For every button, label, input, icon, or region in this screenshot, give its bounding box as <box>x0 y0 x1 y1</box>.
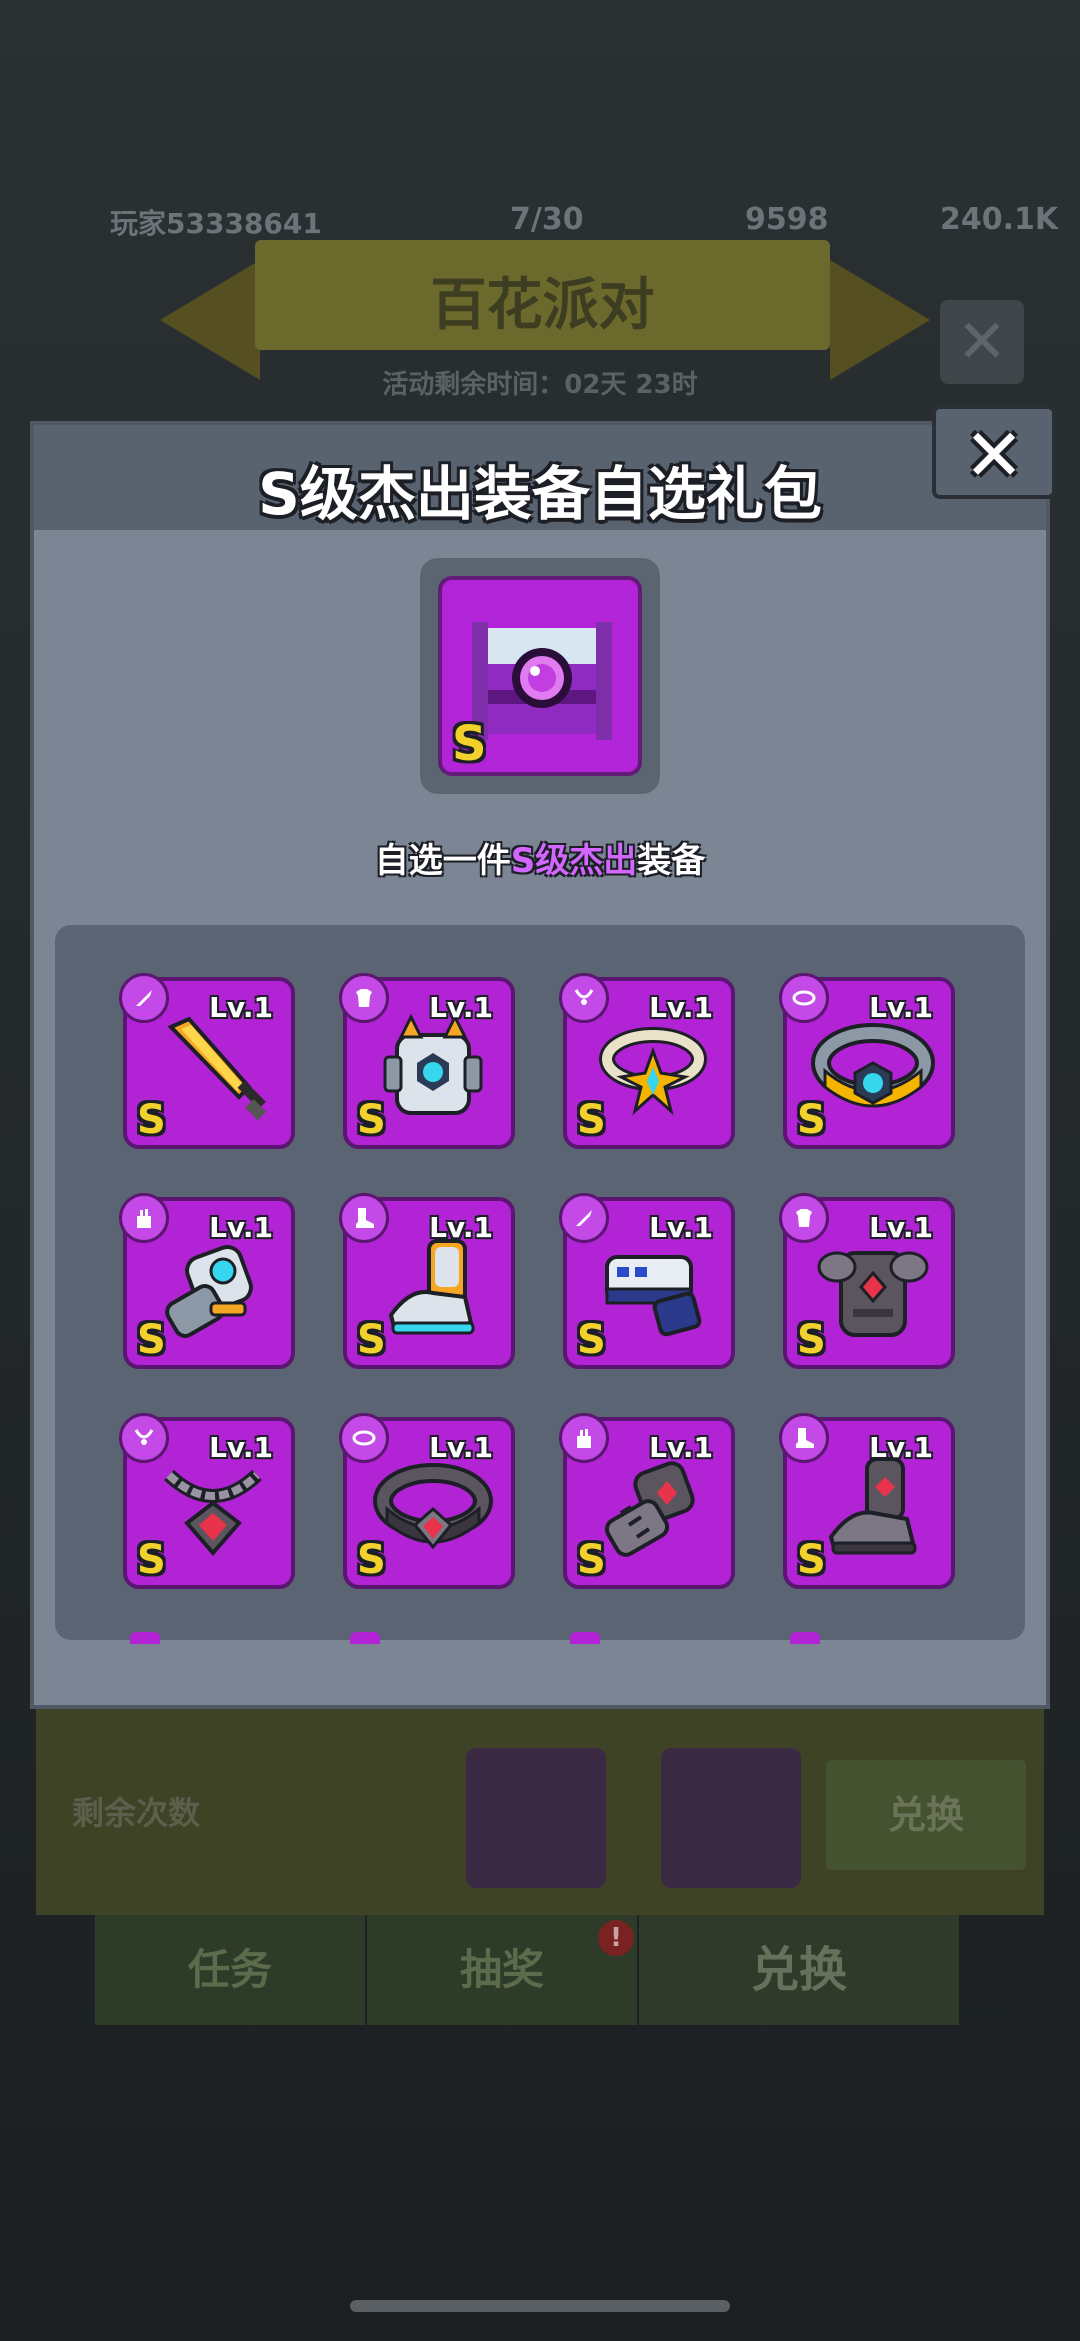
bottom-tabs: 任务 抽奖 兑换 <box>95 1915 965 2035</box>
item-card-boot[interactable]: Lv.1 S <box>339 1193 515 1369</box>
dark-boot-icon <box>828 1457 917 1555</box>
next-row-card-edge <box>350 1632 380 1644</box>
item-grade: S <box>137 1317 166 1363</box>
stamina-value: 7/30 <box>510 202 584 237</box>
item-level: Lv.1 <box>649 991 713 1024</box>
background-close-button[interactable]: ✕ <box>940 300 1024 384</box>
item-grade: S <box>357 1317 386 1363</box>
modal-header: S级杰出装备自选礼包 <box>34 425 1046 530</box>
description-prefix: 自选一件 <box>374 841 511 881</box>
item-level: Lv.1 <box>869 991 933 1024</box>
tab-lottery[interactable]: 抽奖 <box>367 1915 637 2025</box>
exchange-area: 剩余次数 兑换 <box>36 1700 1044 1915</box>
item-card-dark-armor[interactable]: Lv.1 S <box>779 1193 955 1369</box>
item-level: Lv.1 <box>209 1211 273 1244</box>
gift-chest: S <box>438 576 642 776</box>
next-row-card-edge <box>130 1632 160 1644</box>
description-suffix: 装备 <box>637 841 706 881</box>
item-card-dark-belt[interactable]: Lv.1 S <box>339 1413 515 1589</box>
item-card-gauntlet[interactable]: Lv.1 S <box>119 1193 295 1369</box>
next-row-card-edge <box>570 1632 600 1644</box>
gem-value: 9598 <box>745 202 829 237</box>
prev-event-arrow-icon[interactable] <box>160 260 260 380</box>
next-row-card-edge <box>790 1632 820 1644</box>
item-card-belt[interactable]: Lv.1 S <box>779 973 955 1149</box>
item-grade: S <box>137 1097 166 1143</box>
description-highlight: S级杰出 <box>510 841 638 881</box>
tab-exchange[interactable]: 兑换 <box>639 1915 959 2025</box>
coin-value: 240.1K <box>940 202 1059 237</box>
item-level: Lv.1 <box>429 991 493 1024</box>
close-icon: ✕ <box>963 413 1025 497</box>
event-banner: 百花派对 <box>255 240 830 350</box>
armor-item-icon <box>383 1013 483 1115</box>
item-grade: S <box>577 1097 606 1143</box>
dark-belt-icon <box>373 1463 493 1550</box>
item-level: Lv.1 <box>429 1431 493 1464</box>
item-level: Lv.1 <box>429 1211 493 1244</box>
item-grade: S <box>357 1097 386 1143</box>
close-button[interactable]: ✕ <box>932 405 1056 499</box>
item-level: Lv.1 <box>869 1431 933 1464</box>
reward-slot <box>661 1748 801 1888</box>
boot-item-icon <box>388 1239 475 1335</box>
item-card-dark-boot[interactable]: Lv.1 S <box>779 1413 955 1589</box>
chest-grade: S <box>452 716 487 772</box>
notification-badge: ! <box>598 1920 634 1956</box>
item-grade: S <box>577 1317 606 1363</box>
item-grade: S <box>797 1537 826 1583</box>
dark-necklace-icon <box>164 1469 262 1557</box>
gauntlet-icon <box>165 1245 253 1338</box>
sword-icon <box>167 1016 267 1121</box>
next-event-arrow-icon[interactable] <box>830 260 930 380</box>
dark-gauntlet-icon <box>604 1461 695 1557</box>
item-card-dark-necklace[interactable]: Lv.1 S <box>119 1413 295 1589</box>
item-card-sword[interactable]: Lv.1 S <box>119 973 295 1149</box>
blaster-icon <box>605 1255 702 1337</box>
equipment-grid: Lv.1 S Lv.1 S Lv.1 S Lv.1 S Lv.1 S Lv.1 … <box>55 925 1025 1640</box>
belt-item-icon <box>811 1023 935 1108</box>
cost-slot <box>466 1748 606 1888</box>
modal-title: S级杰出装备自选礼包 <box>258 460 822 528</box>
item-level: Lv.1 <box>209 1431 273 1464</box>
home-indicator[interactable] <box>350 2300 730 2312</box>
item-card-ring[interactable]: Lv.1 S <box>559 973 735 1149</box>
item-grade: S <box>137 1537 166 1583</box>
remaining-label: 剩余次数 <box>72 1794 201 1832</box>
dark-armor-icon <box>817 1251 929 1337</box>
item-grade: S <box>797 1317 826 1363</box>
ring-icon <box>599 1027 707 1116</box>
item-grade: S <box>357 1537 386 1583</box>
item-card-dark-gauntlet[interactable]: Lv.1 S <box>559 1413 735 1589</box>
pack-description: 自选一件S级杰出装备 <box>0 833 1080 882</box>
event-title: 百花派对 <box>430 273 655 338</box>
player-name: 玩家53338641 <box>110 207 322 240</box>
item-grade: S <box>577 1537 606 1583</box>
event-timer: 活动剩余时间：02天 23时 <box>382 370 698 400</box>
item-card-armor[interactable]: Lv.1 S <box>339 973 515 1149</box>
item-level: Lv.1 <box>209 991 273 1024</box>
gift-chest-frame: S <box>420 558 660 794</box>
item-level: Lv.1 <box>869 1211 933 1244</box>
item-card-blaster[interactable]: Lv.1 S <box>559 1193 735 1369</box>
item-grade: S <box>797 1097 826 1143</box>
exchange-small-button[interactable]: 兑换 <box>826 1760 1026 1870</box>
item-level: Lv.1 <box>649 1211 713 1244</box>
item-level: Lv.1 <box>649 1431 713 1464</box>
tab-tasks[interactable]: 任务 <box>95 1915 365 2025</box>
